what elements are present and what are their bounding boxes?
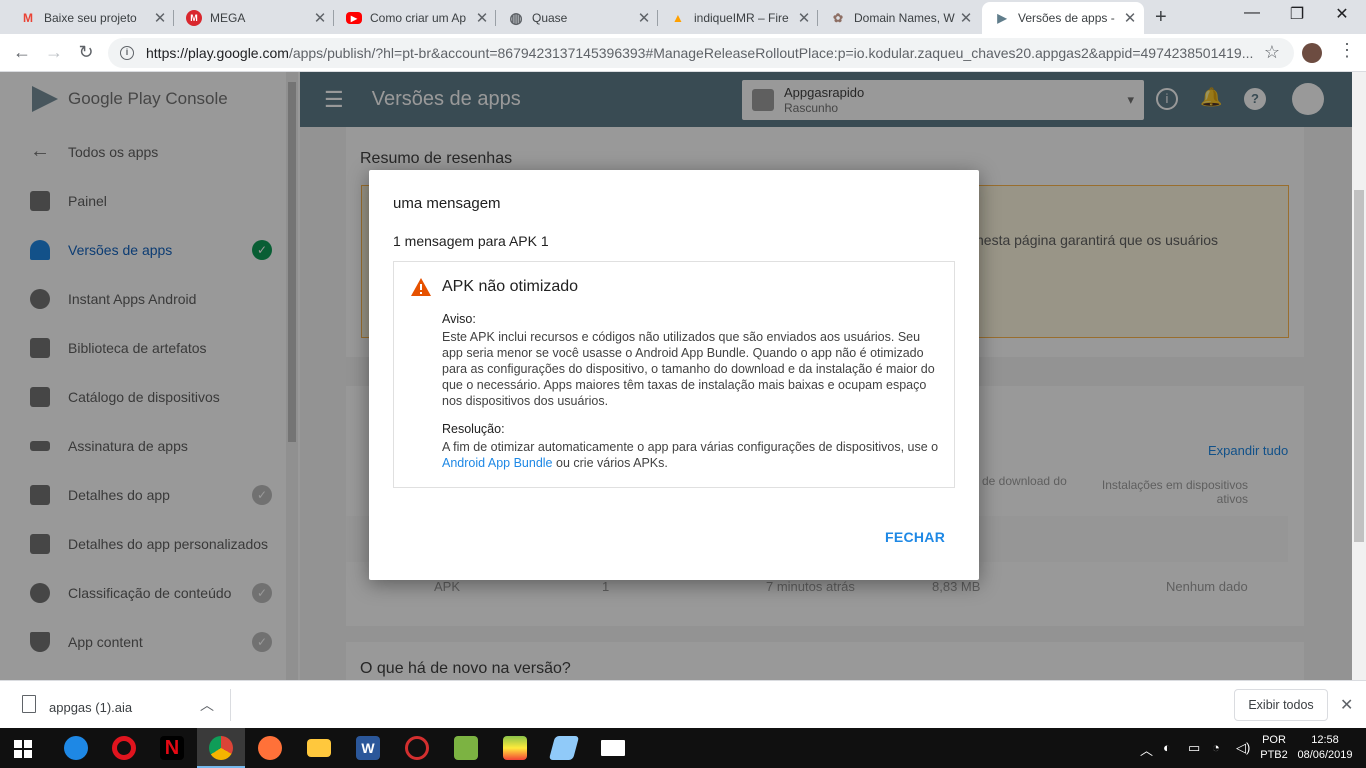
tab-title: Versões de apps -	[1018, 11, 1115, 25]
tab-title: MEGA	[210, 11, 246, 25]
clock[interactable]: 12:58 08/06/2019	[1294, 733, 1356, 763]
minimize-icon[interactable]: —	[1240, 4, 1264, 22]
profile-avatar[interactable]	[1302, 43, 1322, 63]
clock-date: 08/06/2019	[1297, 749, 1353, 761]
dialog-subtitle: 1 mensagem para APK 1	[393, 233, 549, 249]
clock-time: 12:58	[1311, 734, 1339, 746]
tab-close-icon[interactable]: ✕	[474, 9, 490, 27]
warning-label: Aviso:	[442, 312, 476, 326]
resolution-text-after: ou crie vários APKs.	[556, 456, 668, 470]
close-dialog-button[interactable]: FECHAR	[885, 529, 945, 545]
url-text[interactable]: https://play.google.com/apps/publish/?hl…	[146, 45, 1256, 61]
close-window-icon[interactable]: ✕	[1330, 4, 1354, 24]
show-all-button[interactable]: Exibir todos	[1234, 689, 1328, 721]
message-title: APK não otimizado	[442, 278, 579, 295]
mail-icon[interactable]	[589, 728, 637, 768]
play-console-icon: ▶	[997, 11, 1007, 25]
bookmark-star-icon[interactable]: ☆	[1264, 42, 1280, 63]
address-bar[interactable]: i https://play.google.com/apps/publish/?…	[108, 38, 1294, 68]
tab-close-icon[interactable]: ✕	[796, 9, 812, 27]
firebase-icon: ▲	[672, 11, 684, 25]
file-explorer-icon[interactable]	[295, 728, 343, 768]
reload-icon[interactable]: ↻	[74, 42, 98, 62]
app-icon[interactable]	[393, 728, 441, 768]
divider	[230, 689, 231, 721]
forward-icon[interactable]: →	[42, 42, 66, 62]
warning-text: Este APK inclui recursos e códigos não u…	[442, 330, 935, 408]
tab-title: Como criar um Ap	[370, 11, 467, 25]
tab-close-icon[interactable]: ✕	[958, 9, 974, 27]
tab-close-icon[interactable]: ✕	[312, 9, 328, 27]
tab-mega[interactable]: M MEGA ✕	[174, 2, 334, 34]
tab-quase[interactable]: ◍ Quase ✕	[496, 2, 658, 34]
tab-title: Quase	[532, 11, 568, 25]
tab-title: Baixe seu projeto	[44, 11, 137, 25]
gmail-icon: M	[23, 11, 33, 25]
tab-close-icon[interactable]: ✕	[636, 9, 652, 27]
tab-close-icon[interactable]: ✕	[1122, 9, 1138, 27]
globe-icon: ◍	[509, 10, 523, 27]
tab-play-console[interactable]: ▶ Versões de apps - ✕	[982, 2, 1144, 34]
new-tab-icon[interactable]: +	[1155, 6, 1167, 29]
android-app-bundle-link[interactable]: Android App Bundle	[442, 456, 553, 470]
file-icon	[22, 695, 36, 713]
mega-icon: M	[186, 10, 202, 26]
language-indicator[interactable]: POR PTB2	[1259, 733, 1289, 763]
keyboard-layout: PTB2	[1260, 749, 1288, 761]
opera-icon[interactable]	[100, 728, 148, 768]
bluestacks-icon[interactable]	[491, 728, 539, 768]
wifi-icon[interactable]: ◔	[1212, 740, 1220, 755]
resolution-label: Resolução:	[442, 422, 505, 436]
close-shelf-icon[interactable]: ✕	[1340, 695, 1353, 715]
tab-domain[interactable]: ✿ Domain Names, W ✕	[818, 2, 980, 34]
chrome-icon[interactable]	[197, 728, 245, 768]
paint-icon[interactable]	[540, 728, 588, 768]
netflix-icon[interactable]: N	[148, 728, 196, 768]
browser-menu-icon[interactable]: ⋮	[1338, 40, 1356, 61]
notepad-icon[interactable]	[442, 728, 490, 768]
warning-icon	[411, 278, 431, 296]
page-scrollbar[interactable]	[1352, 72, 1366, 680]
tab-title: indiqueIMR – Fire	[694, 11, 789, 25]
url-path: /apps/publish/?hl=pt-br&account=86794231…	[288, 45, 1254, 61]
play-console-page: Google Play Console ← Todos os apps Paine…	[0, 72, 1366, 680]
chevron-up-icon[interactable]: ︿	[200, 695, 214, 715]
back-icon[interactable]: ←	[10, 42, 34, 62]
browser-tab-strip: M Baixe seu projeto ✕ M MEGA ✕ ▶ Como cr…	[0, 0, 1366, 34]
site-info-icon[interactable]: i	[120, 46, 134, 60]
language-code: POR	[1262, 734, 1286, 746]
windows-taskbar: N W ︿ ◐ ▭ ◔ ◁) POR PTB2 12:58 08/06/2019	[0, 728, 1366, 768]
tab-close-icon[interactable]: ✕	[152, 9, 168, 27]
tab-gmail[interactable]: M Baixe seu projeto ✕	[8, 2, 174, 34]
tab-title: Domain Names, W	[854, 11, 955, 25]
tab-youtube[interactable]: ▶ Como criar um Ap ✕	[334, 2, 496, 34]
windows-start-icon[interactable]	[14, 740, 32, 758]
youtube-icon: ▶	[346, 12, 362, 24]
downloads-shelf: appgas (1).aia ︿ Exibir todos ✕	[0, 680, 1366, 728]
download-filename[interactable]: appgas (1).aia	[49, 700, 132, 715]
domain-icon: ✿	[832, 11, 844, 25]
sync-icon[interactable]: ◐	[1163, 740, 1171, 755]
edge-icon[interactable]	[52, 728, 100, 768]
resolution-text: A fim de otimizar automaticamente o app …	[442, 439, 942, 471]
volume-icon[interactable]: ◁)	[1236, 740, 1250, 756]
maximize-icon[interactable]: ❐	[1285, 4, 1309, 24]
battery-icon[interactable]: ▭	[1188, 740, 1200, 756]
message-box: APK não otimizado Aviso: Este APK inclui…	[393, 261, 955, 488]
resolution-text-before: A fim de otimizar automaticamente o app …	[442, 440, 939, 454]
browser-toolbar: ← → ↻ i https://play.google.com/apps/pub…	[0, 34, 1366, 72]
dialog-title: uma mensagem	[393, 195, 501, 212]
word-icon[interactable]: W	[344, 728, 392, 768]
chevron-up-tray-icon[interactable]: ︿	[1140, 740, 1153, 759]
url-host: https://play.google.com	[146, 45, 289, 61]
tab-firebase[interactable]: ▲ indiqueIMR – Fire ✕	[658, 2, 818, 34]
message-dialog: uma mensagem 1 mensagem para APK 1 APK n…	[369, 170, 979, 580]
firefox-icon[interactable]	[246, 728, 294, 768]
